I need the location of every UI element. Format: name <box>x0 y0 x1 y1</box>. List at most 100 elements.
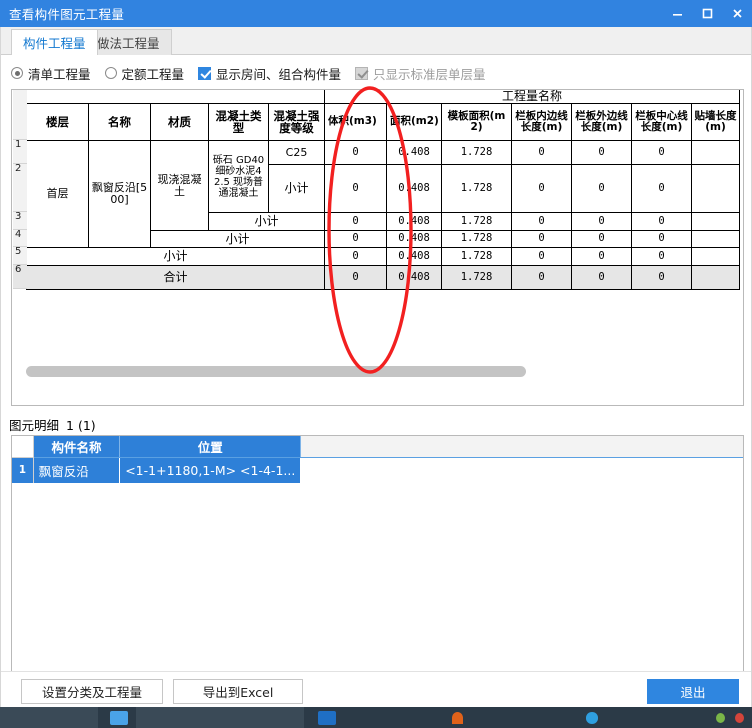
col-concrete-grade[interactable]: 混凝土强度等级 <box>268 103 325 141</box>
col-name[interactable]: 名称 <box>88 103 151 141</box>
cell-area: 0.408 <box>386 164 442 213</box>
col-area[interactable]: 面积(m2) <box>386 103 442 141</box>
taskbar-app-icon-4[interactable] <box>585 711 599 724</box>
export-excel-button[interactable]: 导出到Excel <box>173 679 303 704</box>
detail-count: 1 (1) <box>66 418 96 433</box>
col-wall-attach-length[interactable]: 贴墙长度(m) <box>691 103 740 141</box>
cell-grade: C25 <box>268 140 325 165</box>
cell-railing-inner: 0 <box>511 164 572 213</box>
window-title: 查看构件图元工程量 <box>9 7 125 22</box>
detail-col-position[interactable]: 位置 <box>119 436 302 458</box>
col-railing-outer-length[interactable]: 栏板外边线长度(m) <box>571 103 632 141</box>
table-row[interactable]: 首层 飘窗反沿[500] 现浇混凝土 砾石 GD40 细砂水泥42.5 现场普通… <box>26 140 740 248</box>
col-material[interactable]: 材质 <box>150 103 209 141</box>
taskbar-app-icon-1[interactable] <box>109 710 128 725</box>
taskbar-start-segment[interactable] <box>0 707 98 728</box>
button-bar: 设置分类及工程量 导出到Excel 退出 <box>1 671 751 707</box>
window-body: 构件工程量 做法工程量 清单工程量 定额工程量 显示房间、组合构件量 只显示标准… <box>0 27 752 728</box>
detail-section-label: 图元明细 1 (1) <box>9 415 96 434</box>
checkbox-icon <box>198 66 212 80</box>
taskbar <box>0 707 752 728</box>
row-number: 6 <box>13 265 27 289</box>
checkbox-standard-floor-only: 只显示标准层单层量 <box>355 64 486 83</box>
radio-label: 定额工程量 <box>121 66 185 82</box>
col-railing-center-length[interactable]: 栏板中心线长度(m) <box>631 103 692 141</box>
cell-volume: 0 <box>324 164 387 213</box>
detail-col-filler <box>300 436 743 458</box>
tab-strip: 构件工程量 做法工程量 <box>1 27 751 56</box>
detail-label-text: 图元明细 <box>9 418 60 433</box>
cell-subtotal-label: 小计 <box>150 230 325 248</box>
row-header-gutter: 1 2 3 4 5 6 <box>13 90 27 289</box>
detail-grid[interactable]: 构件名称 位置 1 飘窗反沿 <1-1+1180,1-M> <1-4-1... <box>11 435 744 700</box>
window-controls <box>662 0 752 27</box>
exit-button[interactable]: 退出 <box>647 679 739 704</box>
tab-method-quantity[interactable]: 做法工程量 <box>85 29 172 55</box>
cell-wall-attach <box>691 265 740 290</box>
cell-railing-center: 0 <box>631 265 692 290</box>
col-concrete-type[interactable]: 混凝土类型 <box>208 103 269 141</box>
detail-row[interactable]: 1 飘窗反沿 <1-1+1180,1-M> <1-4-1... <box>12 457 743 483</box>
cell-area: 0.408 <box>386 230 442 248</box>
close-icon[interactable] <box>722 0 752 27</box>
cell-railing-outer: 0 <box>571 247 632 266</box>
col-floor[interactable]: 楼层 <box>26 103 89 141</box>
cell-railing-inner: 0 <box>511 212 572 231</box>
col-formwork-area[interactable]: 模板面积(m2) <box>441 103 512 141</box>
cell-railing-center: 0 <box>631 230 692 248</box>
radio-quota-quantity[interactable]: 定额工程量 <box>104 64 185 83</box>
horizontal-scrollbar-thumb[interactable] <box>26 366 526 377</box>
maximize-icon[interactable] <box>692 0 722 27</box>
cell-formwork-area: 1.728 <box>441 247 512 266</box>
radio-icon <box>104 67 117 79</box>
tab-label: 做法工程量 <box>97 36 160 51</box>
taskbar-app-icon-2[interactable] <box>318 710 337 725</box>
cell-total-label: 合计 <box>26 265 325 290</box>
table-group-header-row: 工程量名称 <box>27 90 740 104</box>
table-row-total[interactable]: 合计 0 0.408 1.728 0 0 0 <box>26 265 740 290</box>
checkbox-label: 只显示标准层单层量 <box>373 66 486 82</box>
cell-area: 0.408 <box>386 140 442 165</box>
cell-subtotal-label: 小计 <box>208 212 325 231</box>
minimize-icon[interactable] <box>662 0 692 27</box>
taskbar-window-segment-1[interactable] <box>135 707 305 728</box>
cell-railing-center: 0 <box>631 164 692 213</box>
tab-component-quantity[interactable]: 构件工程量 <box>11 29 98 56</box>
app-window: 查看构件图元工程量 构件工程量 做法工程量 清单工程量 定额工程量 显示房间、组… <box>0 0 752 728</box>
cell-railing-outer: 0 <box>571 212 632 231</box>
cell-wall-attach <box>691 140 740 165</box>
taskbar-tray-icon-2[interactable] <box>734 712 744 723</box>
horizontal-scrollbar-track[interactable] <box>12 366 743 391</box>
cell-area: 0.408 <box>386 247 442 266</box>
row-number: 2 <box>13 164 27 212</box>
radio-bill-quantity[interactable]: 清单工程量 <box>11 64 91 83</box>
detail-corner-cell[interactable] <box>12 436 34 458</box>
cell-railing-inner: 0 <box>511 247 572 266</box>
cell-railing-outer: 0 <box>571 265 632 290</box>
taskbar-app-icon-3[interactable] <box>452 711 463 724</box>
col-railing-inner-length[interactable]: 栏板内边线长度(m) <box>511 103 572 141</box>
row-number: 1 <box>13 140 27 164</box>
options-bar: 清单工程量 定额工程量 显示房间、组合构件量 只显示标准层单层量 <box>11 60 743 86</box>
radio-label: 清单工程量 <box>28 66 91 82</box>
detail-cell-component-name: 飘窗反沿 <box>33 457 121 483</box>
cell-wall-attach <box>691 212 740 231</box>
cell-subtotal-label: 小计 <box>26 247 325 266</box>
col-volume[interactable]: 体积(m3) <box>324 103 387 141</box>
detail-col-component-name[interactable]: 构件名称 <box>33 436 121 458</box>
cell-railing-outer: 0 <box>571 164 632 213</box>
title-bar: 查看构件图元工程量 <box>0 0 752 27</box>
quantity-grid[interactable]: 1 2 3 4 5 6 工程量名称 楼层 名称 材质 混凝土类型 混凝土强度等级… <box>11 89 744 406</box>
cell-concrete-type: 砾石 GD40 细砂水泥42.5 现场普通混凝土 <box>208 140 269 213</box>
checkbox-show-room-composite[interactable]: 显示房间、组合构件量 <box>198 64 341 83</box>
taskbar-tray-icon-1[interactable] <box>715 712 725 723</box>
cell-railing-outer: 0 <box>571 140 632 165</box>
cell-railing-center: 0 <box>631 140 692 165</box>
detail-table: 构件名称 位置 1 飘窗反沿 <1-1+1180,1-M> <1-4-1... <box>12 436 743 483</box>
table-row[interactable]: 小计 0 0.408 1.728 0 0 0 <box>26 247 740 266</box>
cell-floor: 首层 <box>26 140 89 248</box>
set-classification-button[interactable]: 设置分类及工程量 <box>21 679 163 704</box>
cell-wall-attach <box>691 247 740 266</box>
group-header-engineering-qty: 工程量名称 <box>324 90 740 104</box>
detail-header-row: 构件名称 位置 <box>12 436 743 458</box>
